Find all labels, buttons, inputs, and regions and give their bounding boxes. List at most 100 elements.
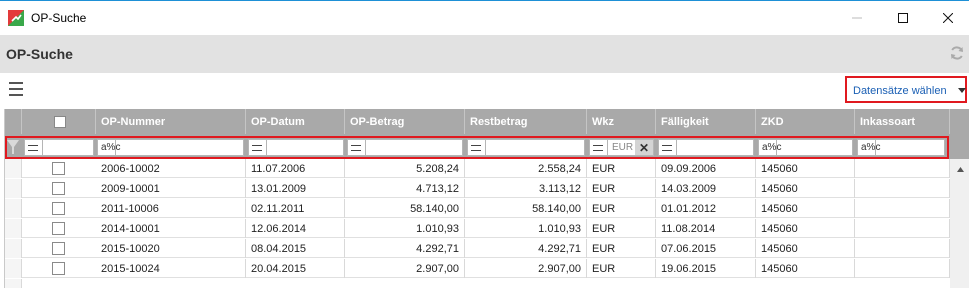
row-checkbox[interactable]: [52, 182, 65, 195]
page-title: OP-Suche: [6, 46, 73, 62]
select-records-dropdown[interactable]: Datensätze wählen: [845, 76, 967, 103]
select-all-checkbox[interactable]: [54, 116, 66, 128]
filter-wkz[interactable]: EUR ✕: [589, 139, 654, 156]
op-table: OP-Nummer OP-Datum OP-Betrag Restbetrag …: [4, 109, 969, 288]
chevron-up-icon: [956, 166, 964, 172]
col-header-op-datum[interactable]: OP-Datum: [246, 109, 345, 134]
table-row[interactable]: 2015-10024 20.04.2015 2.907,00 2.907,00 …: [5, 259, 950, 278]
col-header-restbetrag[interactable]: Restbetrag: [465, 109, 587, 134]
select-records-label: Datensätze wählen: [853, 85, 947, 97]
cell-op-datum: 13.01.2009: [246, 179, 345, 198]
cell-restbetrag: 2.907,00: [465, 259, 587, 278]
select-all-header: [22, 109, 96, 134]
col-header-op-betrag[interactable]: OP-Betrag: [345, 109, 465, 134]
filter-operator: a%c: [762, 142, 782, 153]
row-selector[interactable]: [5, 259, 22, 278]
cell-faelligkeit: 19.06.2015: [656, 259, 756, 278]
close-button[interactable]: [925, 2, 969, 34]
cell-wkz: EUR: [587, 159, 656, 178]
cell-zkd: 145060: [756, 239, 855, 258]
filter-select-column[interactable]: [24, 139, 94, 156]
cell-restbetrag: 1.010,93: [465, 219, 587, 238]
cell-inkassoart: [855, 199, 950, 218]
col-header-zkd[interactable]: ZKD: [756, 109, 855, 134]
cell-restbetrag: 2.558,24: [465, 159, 587, 178]
cell-inkassoart: [855, 259, 950, 278]
row-selector[interactable]: [5, 159, 22, 178]
row-selector-header: [5, 109, 22, 134]
cell-zkd: 145060: [756, 199, 855, 218]
row-checkbox[interactable]: [52, 242, 65, 255]
row-selector[interactable]: [5, 239, 22, 258]
row-selector[interactable]: [5, 219, 22, 238]
table-row[interactable]: 2011-10006 02.11.2011 58.140,00 58.140,0…: [5, 199, 950, 218]
equals-operator-icon: [28, 145, 38, 151]
row-selector[interactable]: [5, 179, 22, 198]
close-icon: [943, 13, 953, 23]
refresh-icon[interactable]: [949, 45, 965, 61]
filter-inkassoart[interactable]: a%c: [857, 139, 945, 156]
cell-zkd: 145060: [756, 259, 855, 278]
filter-funnel-icon[interactable]: [7, 138, 19, 156]
cell-zkd: 145060: [756, 179, 855, 198]
col-header-inkassoart[interactable]: Inkassoart: [855, 109, 950, 134]
col-header-wkz[interactable]: Wkz: [587, 109, 656, 134]
clear-filter-icon[interactable]: ✕: [635, 140, 653, 155]
cell-zkd: 145060: [756, 159, 855, 178]
cell-op-datum: 02.11.2011: [246, 199, 345, 218]
cell-op-betrag: 58.140,00: [345, 199, 465, 218]
table-row[interactable]: 2014-10001 12.06.2014 1.010,93 1.010,93 …: [5, 219, 950, 238]
vertical-scrollbar[interactable]: [950, 179, 969, 288]
row-checkbox[interactable]: [52, 162, 65, 175]
row-selector[interactable]: [5, 199, 22, 218]
table-row[interactable]: 2009-10001 13.01.2009 4.713,12 3.113,12 …: [5, 179, 950, 198]
minimize-button[interactable]: [834, 2, 880, 34]
row-checkbox[interactable]: [52, 202, 65, 215]
page-header: OP-Suche: [0, 35, 969, 73]
col-header-op-nummer[interactable]: OP-Nummer: [96, 109, 246, 134]
hamburger-menu-icon[interactable]: [9, 82, 23, 96]
cell-restbetrag: 58.140,00: [465, 199, 587, 218]
row-selector[interactable]: [5, 279, 22, 288]
cell-op-nummer: 2011-10006: [96, 199, 246, 218]
cell-inkassoart: [855, 219, 950, 238]
cell-op-nummer: 2009-10001: [96, 179, 246, 198]
cell-op-datum: 11.07.2006: [246, 159, 345, 178]
filter-zkd[interactable]: a%c: [758, 139, 853, 156]
filter-wkz-value: EUR: [612, 142, 634, 153]
cell-faelligkeit: 09.09.2006: [656, 159, 756, 178]
cell-restbetrag: 3.113,12: [465, 179, 587, 198]
minimize-icon: [852, 17, 862, 19]
equals-operator-icon: [593, 145, 603, 151]
cell-zkd: 145060: [756, 219, 855, 238]
row-checkbox[interactable]: [52, 222, 65, 235]
filter-op-datum[interactable]: [248, 139, 344, 156]
cell-op-betrag: 4.292,71: [345, 239, 465, 258]
filter-restbetrag[interactable]: [467, 139, 585, 156]
cell-faelligkeit: 11.08.2014: [656, 219, 756, 238]
row-checkbox[interactable]: [52, 262, 65, 275]
filter-op-nummer[interactable]: a%c: [97, 139, 244, 156]
cell-op-nummer: 2015-10020: [96, 239, 246, 258]
equals-operator-icon: [471, 145, 481, 151]
col-header-faelligkeit[interactable]: Fälligkeit: [656, 109, 756, 134]
app-icon: [8, 10, 24, 26]
cell-inkassoart: [855, 239, 950, 258]
equals-operator-icon: [662, 145, 672, 151]
table-row[interactable]: [5, 279, 950, 288]
table-header-row: OP-Nummer OP-Datum OP-Betrag Restbetrag …: [5, 109, 969, 134]
table-row[interactable]: 2015-10020 08.04.2015 4.292,71 4.292,71 …: [5, 239, 950, 258]
filter-op-betrag[interactable]: [347, 139, 463, 156]
cell-faelligkeit: 01.01.2012: [656, 199, 756, 218]
table-row[interactable]: 2006-10002 11.07.2006 5.208,24 2.558,24 …: [5, 159, 950, 178]
filter-faelligkeit[interactable]: [658, 139, 754, 156]
cell-op-betrag: 1.010,93: [345, 219, 465, 238]
maximize-icon: [898, 13, 908, 23]
cell-op-nummer: 2006-10002: [96, 159, 246, 178]
scroll-up-button[interactable]: [950, 159, 969, 179]
window-title: OP-Suche: [31, 11, 87, 25]
cell-inkassoart: [855, 159, 950, 178]
cell-wkz: EUR: [587, 179, 656, 198]
maximize-button[interactable]: [880, 2, 926, 34]
cell-wkz: EUR: [587, 259, 656, 278]
